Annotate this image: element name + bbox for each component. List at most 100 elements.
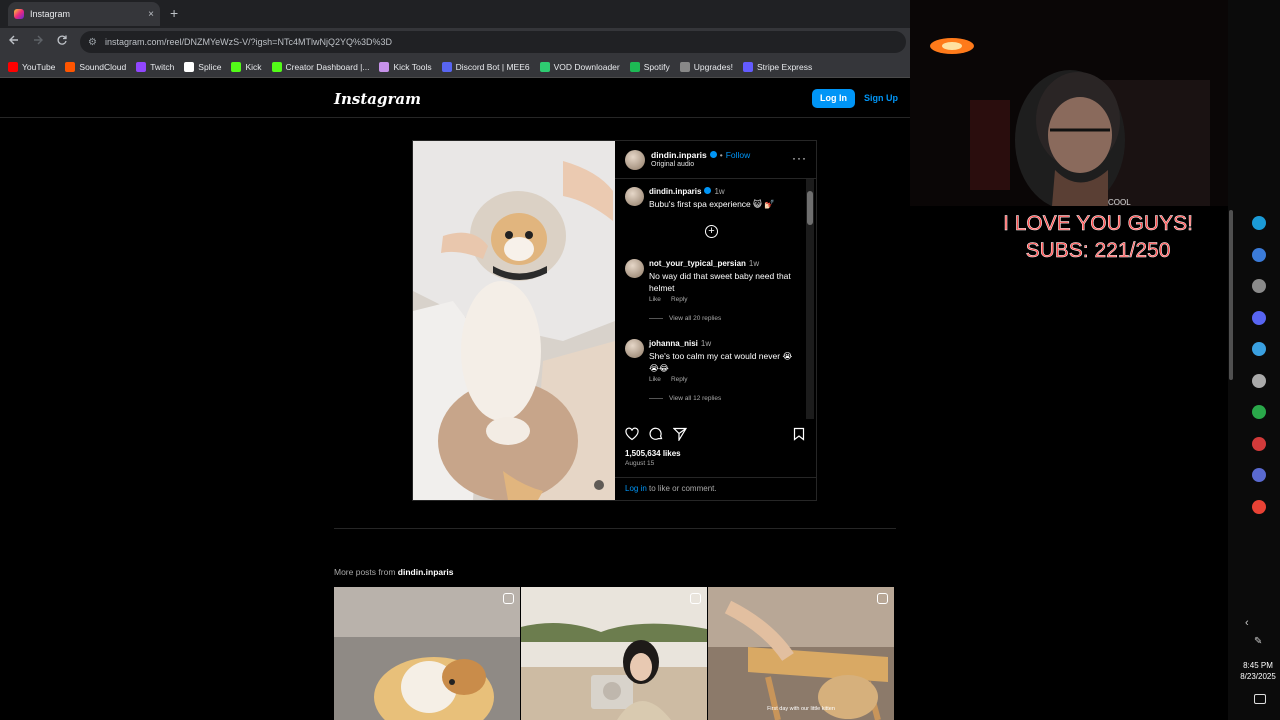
- more-post-thumbnail[interactable]: [334, 587, 520, 720]
- more-posts-username[interactable]: dindin.inparis: [398, 567, 454, 577]
- app-icon[interactable]: [1252, 436, 1266, 451]
- bookmark-item[interactable]: SoundCloud: [65, 61, 126, 72]
- login-link[interactable]: Log in: [625, 484, 647, 493]
- forward-arrow-icon[interactable]: [30, 34, 46, 50]
- more-posts-prefix: More posts from: [334, 567, 398, 577]
- share-icon[interactable]: [672, 427, 688, 443]
- discord-icon[interactable]: [1252, 310, 1266, 325]
- author-avatar[interactable]: [625, 150, 645, 170]
- view-replies-button[interactable]: View all 20 replies: [649, 315, 721, 322]
- like-count[interactable]: 1,505,634 likes: [625, 449, 681, 458]
- bookmark-favicon-icon: [679, 61, 690, 72]
- comment-icon[interactable]: [649, 427, 663, 441]
- comment-like-button[interactable]: Like: [649, 376, 661, 383]
- notifications-icon[interactable]: [1254, 694, 1266, 704]
- more-post-thumbnail[interactable]: First day with our little kitten: [708, 587, 894, 720]
- verified-badge-icon: [704, 187, 712, 194]
- bookmark-item[interactable]: Spotify: [629, 61, 670, 72]
- reel-icon: [877, 593, 888, 604]
- post-author-line: dindin.inparis • Follow: [651, 150, 750, 160]
- chevron-left-icon[interactable]: ‹: [1245, 617, 1249, 629]
- steam-icon[interactable]: [1252, 216, 1266, 230]
- chrome-alt-icon[interactable]: [1252, 342, 1266, 356]
- more-options-icon[interactable]: ···: [792, 151, 807, 165]
- bookmark-item[interactable]: Upgrades!: [679, 61, 733, 72]
- caption-text: Bubu's first spa experience 😺 💅🏻: [649, 199, 775, 209]
- comment-reply-button[interactable]: Reply: [671, 296, 688, 303]
- more-posts-heading: More posts from dindin.inparis: [334, 567, 454, 577]
- post-author-username[interactable]: dindin.inparis: [651, 150, 707, 160]
- system-clock[interactable]: 8:45 PM 8/23/2025: [1236, 660, 1280, 682]
- sub-count-line: SUBS: 221/250: [1025, 239, 1171, 263]
- pen-icon[interactable]: ✎: [1254, 636, 1262, 647]
- bookmark-item[interactable]: VOD Downloader: [539, 61, 620, 72]
- new-tab-button[interactable]: +: [170, 5, 178, 21]
- section-divider: [334, 528, 896, 529]
- comment-like-button[interactable]: Like: [649, 296, 661, 303]
- post-sidebar: dindin.inparis • Follow Original audio ···…: [615, 141, 816, 500]
- tab-close-icon[interactable]: ×: [148, 9, 154, 20]
- bookmark-item[interactable]: YouTube: [8, 61, 56, 72]
- follow-button[interactable]: Follow: [726, 150, 751, 160]
- bookmark-icon[interactable]: [792, 427, 806, 441]
- edge-icon[interactable]: [1252, 247, 1266, 262]
- clock-date: 8/23/2025: [1240, 672, 1276, 681]
- page-scrollbar[interactable]: [1229, 210, 1233, 380]
- bookmark-label: Twitch: [150, 61, 175, 72]
- bookmark-item[interactable]: Twitch: [136, 61, 175, 72]
- signup-link[interactable]: Sign Up: [864, 93, 898, 103]
- bookmark-label: Kick Tools: [393, 61, 432, 72]
- instagram-logo[interactable]: Instagram: [334, 90, 421, 108]
- more-post-thumbnail[interactable]: [521, 587, 707, 720]
- stream-overlay: COOL I LOVE YOU GUYS! SUBS: 221/250: [910, 0, 1228, 720]
- reload-icon[interactable]: [54, 34, 70, 50]
- tab-instagram[interactable]: Instagram ×: [8, 2, 160, 26]
- tab-bar: Instagram × +: [0, 0, 910, 28]
- chrome-icon[interactable]: [1252, 499, 1266, 514]
- explorer-icon[interactable]: [1252, 373, 1266, 388]
- bookmark-item[interactable]: Stripe Express: [742, 61, 812, 72]
- bookmark-item[interactable]: Discord Bot | MEE6: [441, 61, 530, 72]
- comment-header: johanna_nisi 1w: [649, 339, 711, 348]
- post-actions: [615, 423, 816, 443]
- verified-badge-icon: [709, 151, 717, 158]
- bookmark-favicon-icon: [539, 61, 550, 72]
- bookmark-label: Spotify: [643, 61, 670, 72]
- back-arrow-icon[interactable]: [6, 34, 22, 50]
- reel-icon: [503, 593, 514, 604]
- original-audio-link[interactable]: Original audio: [651, 161, 694, 168]
- comment-username[interactable]: johanna_nisi: [649, 339, 698, 348]
- address-bar[interactable]: ⚙ instagram.com/reel/DNZMYeWzS-V/?igsh=N…: [80, 31, 906, 53]
- comment-avatar[interactable]: [625, 259, 644, 278]
- bookmark-item[interactable]: Kick: [231, 61, 262, 72]
- browser-toolbar: ⚙ instagram.com/reel/DNZMYeWzS-V/?igsh=N…: [0, 28, 910, 56]
- comments-scrollbar[interactable]: [806, 179, 814, 419]
- bookmark-favicon-icon: [379, 61, 390, 72]
- bookmark-label: YouTube: [22, 61, 56, 72]
- separator-dot: •: [719, 150, 723, 160]
- xbox-icon[interactable]: [1252, 405, 1266, 419]
- view-replies-button[interactable]: View all 12 replies: [649, 395, 721, 402]
- app-grid-icon[interactable]: [1252, 468, 1266, 482]
- comments-scroll-thumb[interactable]: [807, 191, 813, 225]
- comment-reply-button[interactable]: Reply: [671, 376, 688, 383]
- bookmark-item[interactable]: Splice: [184, 61, 222, 72]
- heart-icon[interactable]: [625, 427, 639, 441]
- bookmark-label: Splice: [198, 61, 222, 72]
- site-settings-icon[interactable]: ⚙: [88, 37, 97, 48]
- comment-username[interactable]: not_your_typical_persian: [649, 259, 746, 268]
- add-comment-icon[interactable]: +: [705, 225, 718, 238]
- login-button[interactable]: Log In: [812, 89, 855, 108]
- instagram-favicon-icon: [14, 9, 24, 19]
- obs-icon[interactable]: [1252, 279, 1266, 293]
- login-prompt-text: to like or comment.: [646, 484, 717, 493]
- bookmark-item[interactable]: Creator Dashboard |...: [271, 61, 369, 72]
- url-text: instagram.com/reel/DNZMYeWzS-V/?igsh=NTc…: [104, 37, 392, 47]
- caption-avatar[interactable]: [625, 187, 644, 206]
- reel-video[interactable]: [413, 141, 615, 500]
- instagram-page: Instagram Log In Sign Up dindin.inparis …: [0, 80, 910, 720]
- bookmark-favicon-icon: [742, 61, 753, 72]
- bookmark-item[interactable]: Kick Tools: [379, 61, 432, 72]
- caption-username[interactable]: dindin.inparis: [649, 187, 701, 196]
- comment-avatar[interactable]: [625, 339, 644, 358]
